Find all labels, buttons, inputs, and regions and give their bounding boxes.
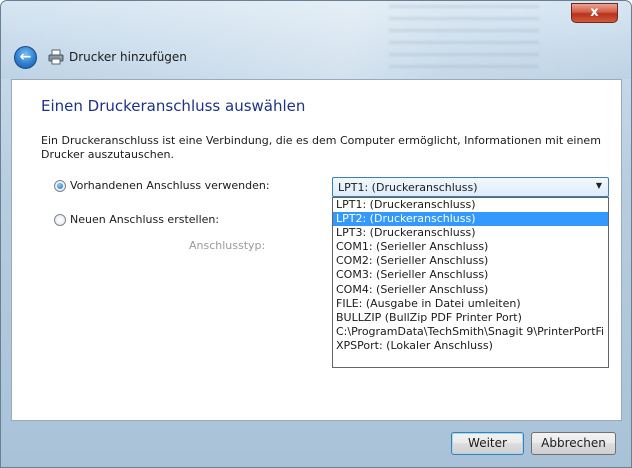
dropdown-item[interactable]: LPT3: (Druckeranschluss) <box>333 226 608 240</box>
port-type-label: Anschlusstyp: <box>189 239 266 252</box>
dropdown-item[interactable]: COM3: (Serieller Anschluss) <box>333 268 608 282</box>
close-icon: x <box>590 5 599 20</box>
page-heading: Einen Druckeranschluss auswählen <box>41 97 306 115</box>
next-button[interactable]: Weiter <box>451 432 524 455</box>
dropdown-item[interactable]: COM1: (Serieller Anschluss) <box>333 240 608 254</box>
existing-port-radio[interactable] <box>54 180 66 192</box>
chevron-down-icon[interactable]: ▼ <box>596 181 602 190</box>
port-dropdown-list[interactable]: LPT1: (Druckeranschluss) LPT2: (Druckeran… <box>332 197 609 368</box>
port-combobox[interactable]: LPT1: (Druckeranschluss) ▼ <box>332 177 609 197</box>
dropdown-item[interactable]: LPT2: (Druckeranschluss) <box>333 212 608 227</box>
dropdown-item[interactable]: BULLZIP (BullZip PDF Printer Port) <box>333 311 608 325</box>
dropdown-item[interactable]: C:\ProgramData\TechSmith\Snagit 9\Printe… <box>333 325 608 339</box>
new-port-radio[interactable] <box>54 214 66 226</box>
printer-icon <box>48 49 64 65</box>
dropdown-item[interactable]: LPT1: (Druckeranschluss) <box>333 198 608 212</box>
window-title: Drucker hinzufügen <box>69 50 187 64</box>
close-button[interactable]: x <box>571 3 618 23</box>
back-arrow-icon: ← <box>19 49 32 65</box>
title-bar <box>1 1 631 79</box>
existing-port-label[interactable]: Vorhandenen Anschluss verwenden: <box>70 179 270 192</box>
dropdown-item[interactable]: FILE: (Ausgabe in Datei umleiten) <box>333 297 608 311</box>
dropdown-item[interactable]: COM4: (Serieller Anschluss) <box>333 283 608 297</box>
back-button[interactable]: ← <box>14 46 37 69</box>
background-window-blur <box>389 5 539 73</box>
port-combobox-value: LPT1: (Druckeranschluss) <box>338 181 478 194</box>
add-printer-window: x ← Drucker hinzufügen Einen Druckeransc… <box>0 0 632 468</box>
cancel-button[interactable]: Abbrechen <box>531 432 616 455</box>
page-description: Ein Druckeranschluss ist eine Verbindung… <box>41 134 601 161</box>
new-port-label[interactable]: Neuen Anschluss erstellen: <box>70 213 219 226</box>
dropdown-item[interactable]: XPSPort: (Lokaler Anschluss) <box>333 339 608 353</box>
dropdown-item[interactable]: COM2: (Serieller Anschluss) <box>333 254 608 268</box>
